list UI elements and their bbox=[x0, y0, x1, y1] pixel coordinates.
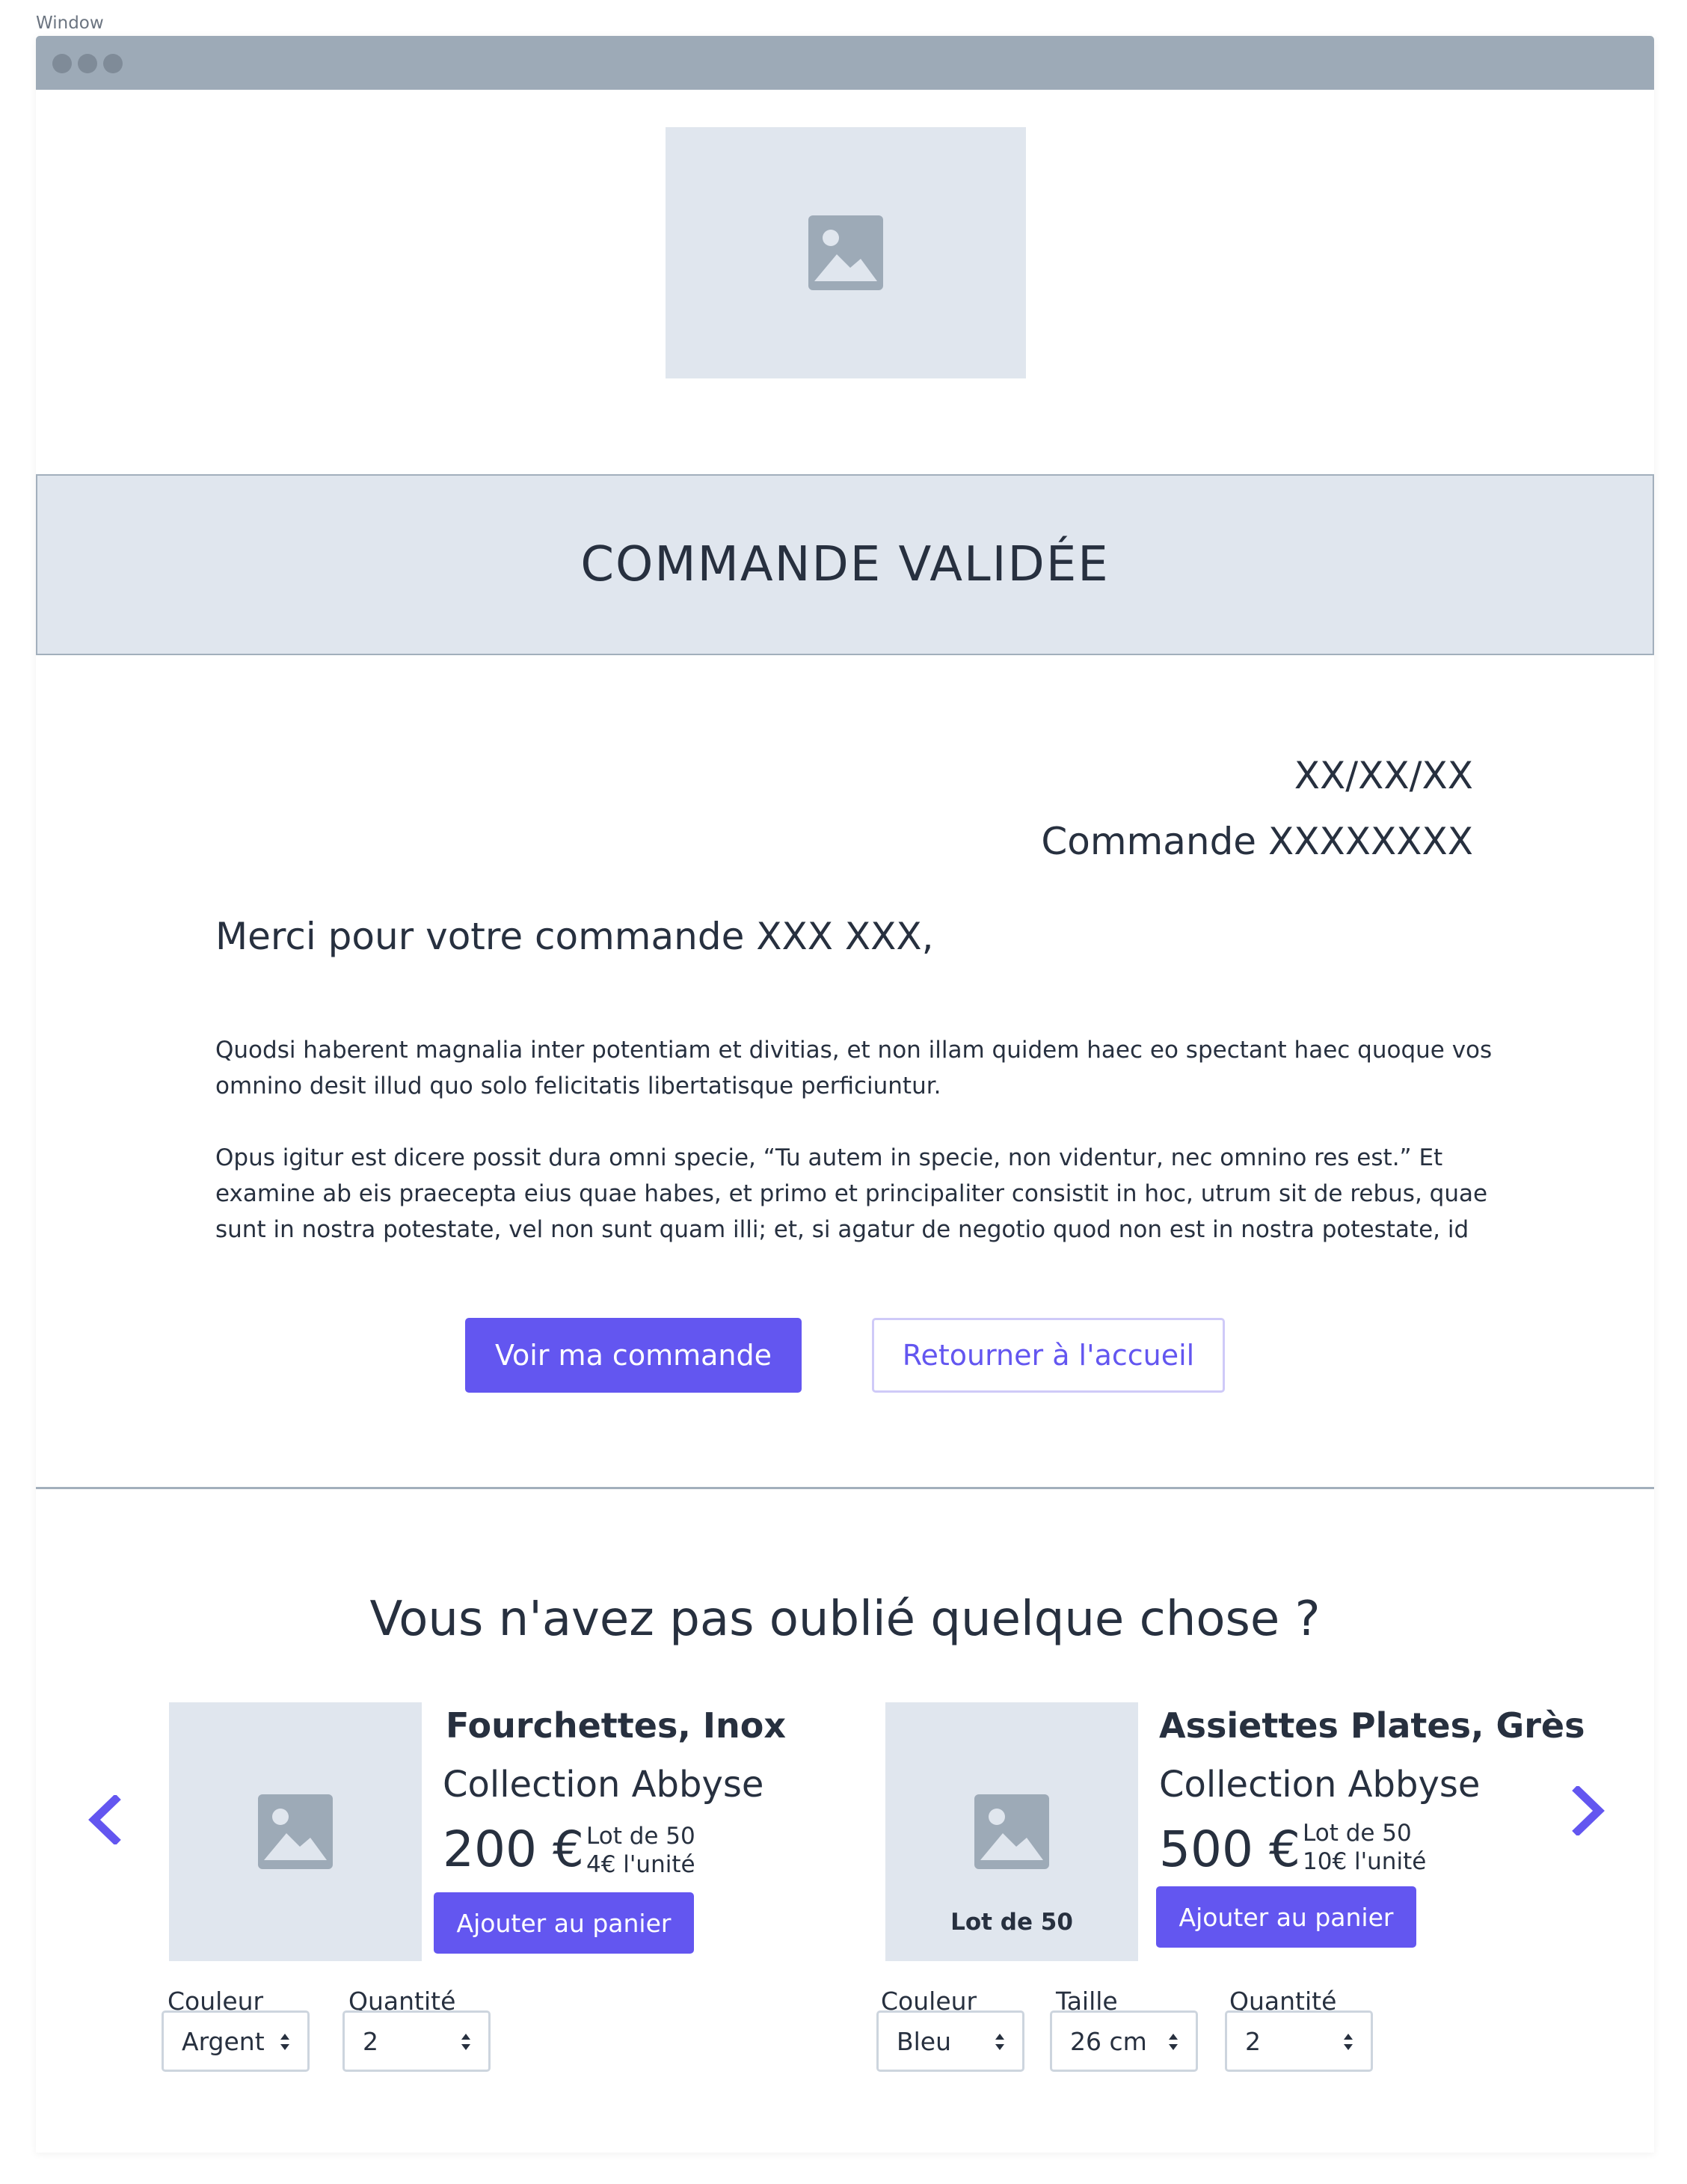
view-order-button[interactable]: Voir ma commande bbox=[465, 1318, 802, 1393]
quantity-select-value: 2 bbox=[1245, 2026, 1261, 2056]
paragraph-line: Quodsi haberent magnalia inter potentiam… bbox=[215, 1037, 1493, 1064]
image-icon bbox=[808, 215, 883, 290]
section-divider bbox=[36, 1487, 1654, 1489]
select-arrows-icon bbox=[280, 2034, 289, 2050]
window-titlebar bbox=[36, 36, 1654, 90]
order-confirmed-banner: COMMANDE VALIDÉE bbox=[36, 474, 1654, 655]
select-arrows-icon bbox=[1169, 2034, 1178, 2050]
size-select-value: 26 cm bbox=[1070, 2026, 1147, 2056]
product-price: 200 € bbox=[443, 1820, 584, 1878]
lot-size: Lot de 50 bbox=[586, 1823, 695, 1850]
product-collection: Collection Abbyse bbox=[1159, 1764, 1481, 1806]
window-close-dot[interactable] bbox=[52, 54, 72, 73]
paragraph-line: sunt in nostra potestate, vel non sunt q… bbox=[215, 1216, 1469, 1243]
product-image[interactable]: Lot de 50 bbox=[885, 1702, 1138, 1961]
return-home-button[interactable]: Retourner à l'accueil bbox=[872, 1318, 1225, 1393]
order-number: Commande XXXXXXXX bbox=[1041, 820, 1473, 863]
order-date: XX/XX/XX bbox=[1294, 754, 1473, 797]
product-lot-info: Lot de 50 10€ l'unité bbox=[1303, 1819, 1426, 1876]
lot-size: Lot de 50 bbox=[1303, 1820, 1412, 1847]
quantity-select[interactable]: 2 bbox=[1225, 2010, 1373, 2072]
select-arrows-icon bbox=[461, 2034, 470, 2050]
color-select[interactable]: Argent bbox=[162, 2010, 310, 2072]
product-price: 500 € bbox=[1159, 1820, 1300, 1878]
image-caption: Lot de 50 bbox=[950, 1909, 1073, 1936]
product-lot-info: Lot de 50 4€ l'unité bbox=[586, 1822, 695, 1879]
product-name[interactable]: Fourchettes, Inox bbox=[446, 1705, 786, 1746]
unit-price: 10€ l'unité bbox=[1303, 1848, 1427, 1875]
paragraph-line: examine ab eis praecepta eius quae habes… bbox=[215, 1180, 1488, 1207]
select-arrows-icon bbox=[1344, 2034, 1353, 2050]
logo-placeholder bbox=[666, 127, 1026, 378]
color-select-value: Bleu bbox=[897, 2026, 952, 2056]
image-icon bbox=[258, 1794, 333, 1869]
quantity-select-value: 2 bbox=[363, 2026, 378, 2056]
select-arrows-icon bbox=[995, 2034, 1004, 2050]
chevron-right-icon[interactable] bbox=[1570, 1786, 1608, 1835]
add-to-cart-button[interactable]: Ajouter au panier bbox=[434, 1892, 694, 1954]
product-name[interactable]: Assiettes Plates, Grès bbox=[1159, 1705, 1585, 1746]
image-icon bbox=[974, 1794, 1049, 1869]
product-collection: Collection Abbyse bbox=[443, 1764, 764, 1806]
intro-paragraph: Quodsi haberent magnalia inter potentiam… bbox=[215, 1032, 1502, 1104]
color-select[interactable]: Bleu bbox=[876, 2010, 1024, 2072]
body-paragraph: Opus igitur est dicere possit dura omni … bbox=[215, 1140, 1502, 1248]
window-zoom-dot[interactable] bbox=[103, 54, 123, 73]
color-select-value: Argent bbox=[182, 2026, 265, 2056]
add-to-cart-button[interactable]: Ajouter au panier bbox=[1156, 1886, 1416, 1948]
browser-window: COMMANDE VALIDÉE XX/XX/XX Commande XXXXX… bbox=[36, 36, 1654, 2153]
greeting: Merci pour votre commande XXX XXX, bbox=[215, 915, 934, 958]
window-label: Window bbox=[36, 13, 104, 33]
unit-price: 4€ l'unité bbox=[586, 1851, 695, 1878]
banner-title: COMMANDE VALIDÉE bbox=[580, 537, 1110, 592]
size-select[interactable]: 26 cm bbox=[1050, 2010, 1198, 2072]
quantity-select[interactable]: 2 bbox=[342, 2010, 491, 2072]
suggestions-title: Vous n'avez pas oublié quelque chose ? bbox=[369, 1592, 1321, 1647]
paragraph-line: omnino desit illud quo solo felicitatis … bbox=[215, 1073, 941, 1099]
paragraph-line: Opus igitur est dicere possit dura omni … bbox=[215, 1144, 1443, 1171]
window-minimize-dot[interactable] bbox=[78, 54, 97, 73]
product-image[interactable] bbox=[169, 1702, 422, 1961]
chevron-left-icon[interactable] bbox=[85, 1795, 123, 1844]
